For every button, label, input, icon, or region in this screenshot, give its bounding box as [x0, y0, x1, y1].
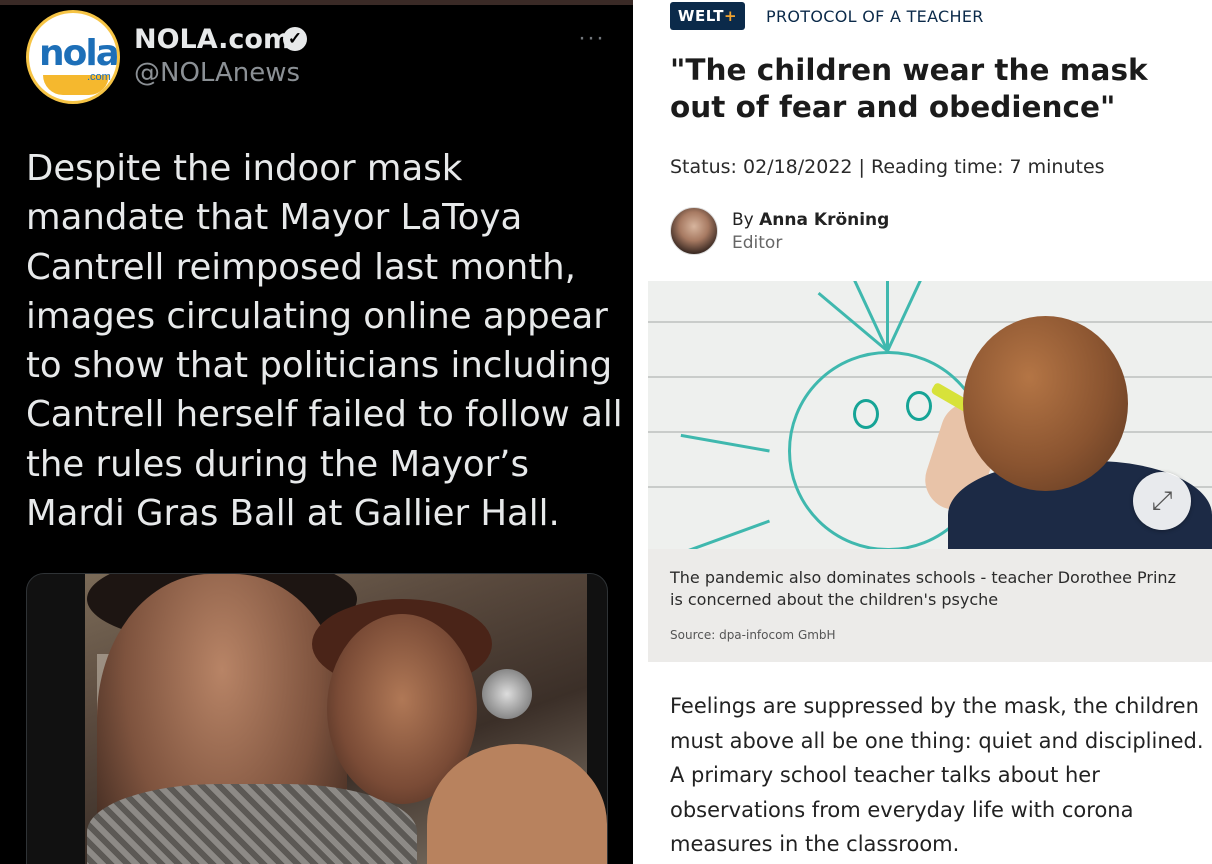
author-role: Editor: [732, 233, 783, 253]
photo-lamp: [482, 669, 532, 719]
expand-image-icon[interactable]: ⤢: [1133, 472, 1191, 530]
drawn-sun-ray: [848, 281, 889, 352]
photo-caption-box: The pandemic also dominates schools - te…: [648, 549, 1212, 662]
welt-plus-logo[interactable]: WELT+: [670, 2, 745, 30]
tweet-media-image[interactable]: [26, 573, 608, 864]
article-meta: Status: 02/18/2022 | Reading time: 7 min…: [670, 156, 1105, 178]
article-lede: Feelings are suppressed by the mask, the…: [670, 694, 1204, 856]
byline: By Anna Kröning: [732, 210, 889, 230]
logo-text: WELT: [677, 7, 725, 25]
drawn-sun-ray: [680, 433, 770, 453]
account-handle[interactable]: @NOLAnews: [134, 58, 300, 88]
account-avatar[interactable]: nola .com: [26, 10, 120, 104]
avatar-logo-suffix: .com: [87, 71, 111, 83]
photo-boy-head: [963, 316, 1128, 491]
verified-badge-icon: ✓: [283, 27, 307, 51]
byline-prefix: By: [732, 210, 760, 230]
article-panel: WELT+ PROTOCOL OF A TEACHER "The childre…: [633, 0, 1212, 864]
article-headline: "The children wear the mask out of fear …: [670, 53, 1148, 124]
avatar-logo-text: nola: [39, 33, 118, 74]
photo-sequin-dress: [87, 784, 417, 864]
drawn-sun-eye: [853, 399, 879, 429]
tweet-panel: nola .com NOLA.com ✓ @NOLAnews ··· Despi…: [0, 0, 633, 864]
author-name-link[interactable]: Anna Kröning: [759, 210, 889, 230]
tweet-text: Despite the indoor mask mandate that May…: [26, 148, 623, 535]
drawn-sun-ray: [684, 519, 771, 549]
photo-source: Source: dpa-infocom GmbH: [670, 628, 836, 642]
whiteboard-line: [648, 321, 1212, 323]
drawn-sun-eye: [906, 391, 932, 421]
article-photo[interactable]: [648, 281, 1212, 549]
top-bar: [0, 0, 633, 5]
drawn-sun-ray: [886, 281, 889, 351]
author-avatar[interactable]: [670, 207, 718, 255]
article-kicker: PROTOCOL OF A TEACHER: [766, 7, 984, 26]
photo-caption: The pandemic also dominates schools - te…: [670, 568, 1176, 609]
drawn-sun-ray: [886, 281, 927, 352]
logo-plus: +: [724, 7, 738, 25]
account-name[interactable]: NOLA.com: [134, 24, 291, 55]
more-options-icon[interactable]: ···: [578, 24, 605, 52]
